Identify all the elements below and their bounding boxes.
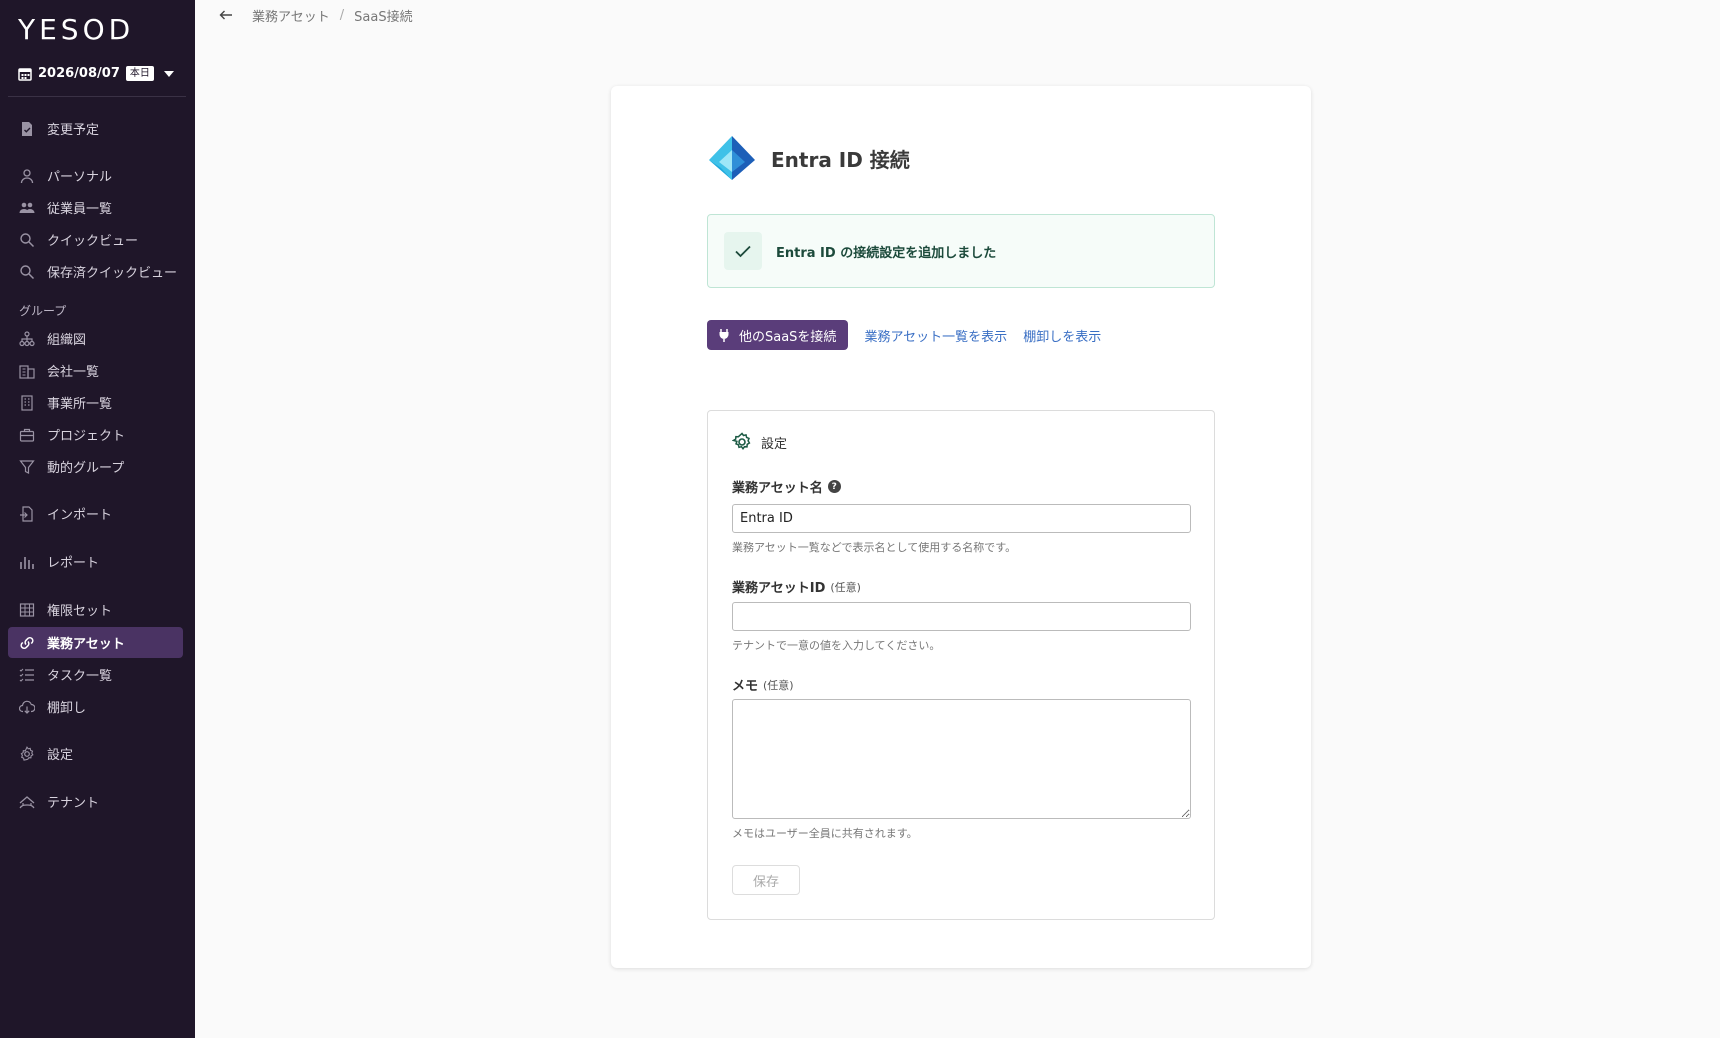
date-selector[interactable]: 2026/08/07 本日 xyxy=(18,66,174,81)
settings-heading: 設定 xyxy=(732,432,787,452)
sidebar-item-projects[interactable]: プロジェクト xyxy=(8,419,183,450)
nav-group-label: グループ xyxy=(19,304,67,318)
sidebar-item-scheduled-changes[interactable]: 変更予定 xyxy=(8,113,183,144)
alert-message: Entra ID の接続設定を追加しました xyxy=(776,245,997,261)
sidebar-item-org-chart[interactable]: 組織図 xyxy=(8,323,183,354)
search-icon xyxy=(20,232,35,247)
company-icon xyxy=(19,364,35,379)
breadcrumb: 業務アセット / SaaS接続 xyxy=(218,5,413,25)
sidebar-item-settings[interactable]: 設定 xyxy=(8,738,183,769)
sidebar-item-reports[interactable]: レポート xyxy=(8,546,183,577)
view-asset-list-link[interactable]: 業務アセット一覧を表示 xyxy=(864,326,1007,345)
table-icon xyxy=(19,602,35,617)
sidebar-item-inventory[interactable]: 棚卸し xyxy=(8,691,183,722)
save-button[interactable]: 保存 xyxy=(732,865,800,895)
memo-hint: メモはユーザー全員に共有されます。 xyxy=(732,827,918,840)
sidebar-item-offices[interactable]: 事業所一覧 xyxy=(8,387,183,418)
optional-tag: (任意) xyxy=(830,580,861,594)
sidebar: YESOD 2026/08/07 本日 変更予定 パーソナル 従業員一覧 クイッ… xyxy=(0,0,195,1038)
user-icon xyxy=(20,168,34,183)
entra-id-logo-icon xyxy=(709,136,755,180)
current-date: 2026/08/07 xyxy=(38,66,120,81)
card-header: Entra ID 接続 xyxy=(707,136,910,180)
gear-icon xyxy=(732,432,751,450)
sidebar-item-import[interactable]: インポート xyxy=(8,498,183,529)
org-chart-icon xyxy=(19,330,35,346)
document-check-icon xyxy=(22,121,32,136)
search-icon xyxy=(20,264,35,279)
action-row: 他のSaaSを接続 業務アセット一覧を表示 棚卸しを表示 xyxy=(707,320,1101,350)
task-list-icon xyxy=(19,668,34,682)
sidebar-item-permission-sets[interactable]: 権限セット xyxy=(8,594,183,625)
breadcrumb-business-assets[interactable]: 業務アセット xyxy=(252,6,330,25)
yesod-logo[interactable]: YESOD xyxy=(18,13,134,46)
sidebar-item-quickview[interactable]: クイックビュー xyxy=(8,224,183,255)
filter-icon xyxy=(19,459,35,474)
memo-label: メモ (任意) xyxy=(732,678,794,695)
asset-name-hint: 業務アセット一覧などで表示名として使用する名称です。 xyxy=(732,541,1017,554)
today-badge: 本日 xyxy=(125,66,154,81)
bar-chart-icon xyxy=(20,556,34,569)
breadcrumb-separator: / xyxy=(339,7,345,23)
sidebar-item-dynamic-groups[interactable]: 動的グループ xyxy=(8,451,183,482)
asset-id-hint: テナントで一意の値を入力してください。 xyxy=(732,639,941,652)
asset-id-input[interactable] xyxy=(732,602,1191,631)
sidebar-item-personal[interactable]: パーソナル xyxy=(8,160,183,191)
optional-tag: (任意) xyxy=(763,678,794,692)
page-title: Entra ID 接続 xyxy=(771,147,910,172)
users-icon xyxy=(19,202,35,213)
building-icon xyxy=(21,394,33,411)
briefcase-icon xyxy=(19,428,35,442)
sidebar-divider xyxy=(8,96,186,97)
cloud-download-icon xyxy=(19,700,35,714)
memo-textarea[interactable] xyxy=(732,699,1191,819)
sidebar-item-business-assets[interactable]: 業務アセット xyxy=(8,627,183,658)
entra-connection-card: Entra ID 接続 Entra ID の接続設定を追加しました 他のSaaS… xyxy=(611,86,1311,968)
asset-name-label: 業務アセット名 ? xyxy=(732,477,841,496)
view-inventory-link[interactable]: 棚卸しを表示 xyxy=(1023,326,1101,345)
sidebar-item-companies[interactable]: 会社一覧 xyxy=(8,355,183,386)
connect-other-saas-button[interactable]: 他のSaaSを接続 xyxy=(707,320,849,350)
plug-icon xyxy=(719,329,729,342)
check-icon xyxy=(735,245,751,258)
import-icon xyxy=(20,505,33,522)
success-alert: Entra ID の接続設定を追加しました xyxy=(707,214,1215,288)
sidebar-item-saved-quickview[interactable]: 保存済クイックビュー xyxy=(8,256,183,287)
breadcrumb-saas-connection: SaaS接続 xyxy=(354,9,413,25)
sidebar-item-tenant[interactable]: テナント xyxy=(8,786,183,817)
calendar-icon xyxy=(18,67,32,81)
tenant-icon xyxy=(19,795,35,808)
arrow-left-icon[interactable] xyxy=(218,7,234,23)
sidebar-item-employees[interactable]: 従業員一覧 xyxy=(8,192,183,223)
help-icon[interactable]: ? xyxy=(827,480,841,493)
asset-name-input[interactable] xyxy=(732,504,1191,533)
sidebar-item-tasks[interactable]: タスク一覧 xyxy=(8,659,183,690)
chevron-down-icon xyxy=(163,70,174,77)
settings-panel: 設定 業務アセット名 ? 業務アセット一覧などで表示名として使用する名称です。 … xyxy=(707,410,1215,920)
alert-icon-box xyxy=(724,232,762,270)
gear-icon xyxy=(20,745,34,761)
asset-id-label: 業務アセットID (任意) xyxy=(732,580,861,597)
link-icon xyxy=(20,636,34,649)
